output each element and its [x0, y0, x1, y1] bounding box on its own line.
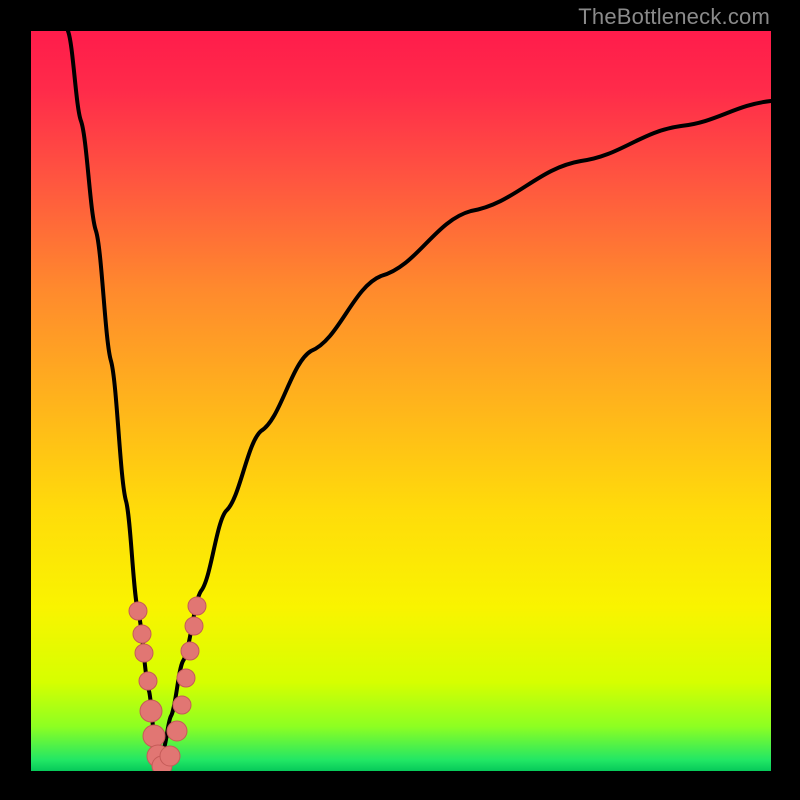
chart-frame: TheBottleneck.com: [0, 0, 800, 800]
data-marker: [160, 746, 180, 766]
data-marker: [167, 721, 187, 741]
data-marker: [139, 672, 157, 690]
data-marker: [143, 725, 165, 747]
data-marker: [173, 696, 191, 714]
data-marker: [188, 597, 206, 615]
data-marker: [129, 602, 147, 620]
data-marker: [135, 644, 153, 662]
watermark-text: TheBottleneck.com: [578, 4, 770, 30]
data-marker: [133, 625, 151, 643]
data-marker: [185, 617, 203, 635]
data-marker: [181, 642, 199, 660]
plot-area: [31, 31, 771, 771]
right-curve: [159, 101, 771, 769]
data-marker: [140, 700, 162, 722]
data-marker: [177, 669, 195, 687]
chart-svg: [31, 31, 771, 771]
